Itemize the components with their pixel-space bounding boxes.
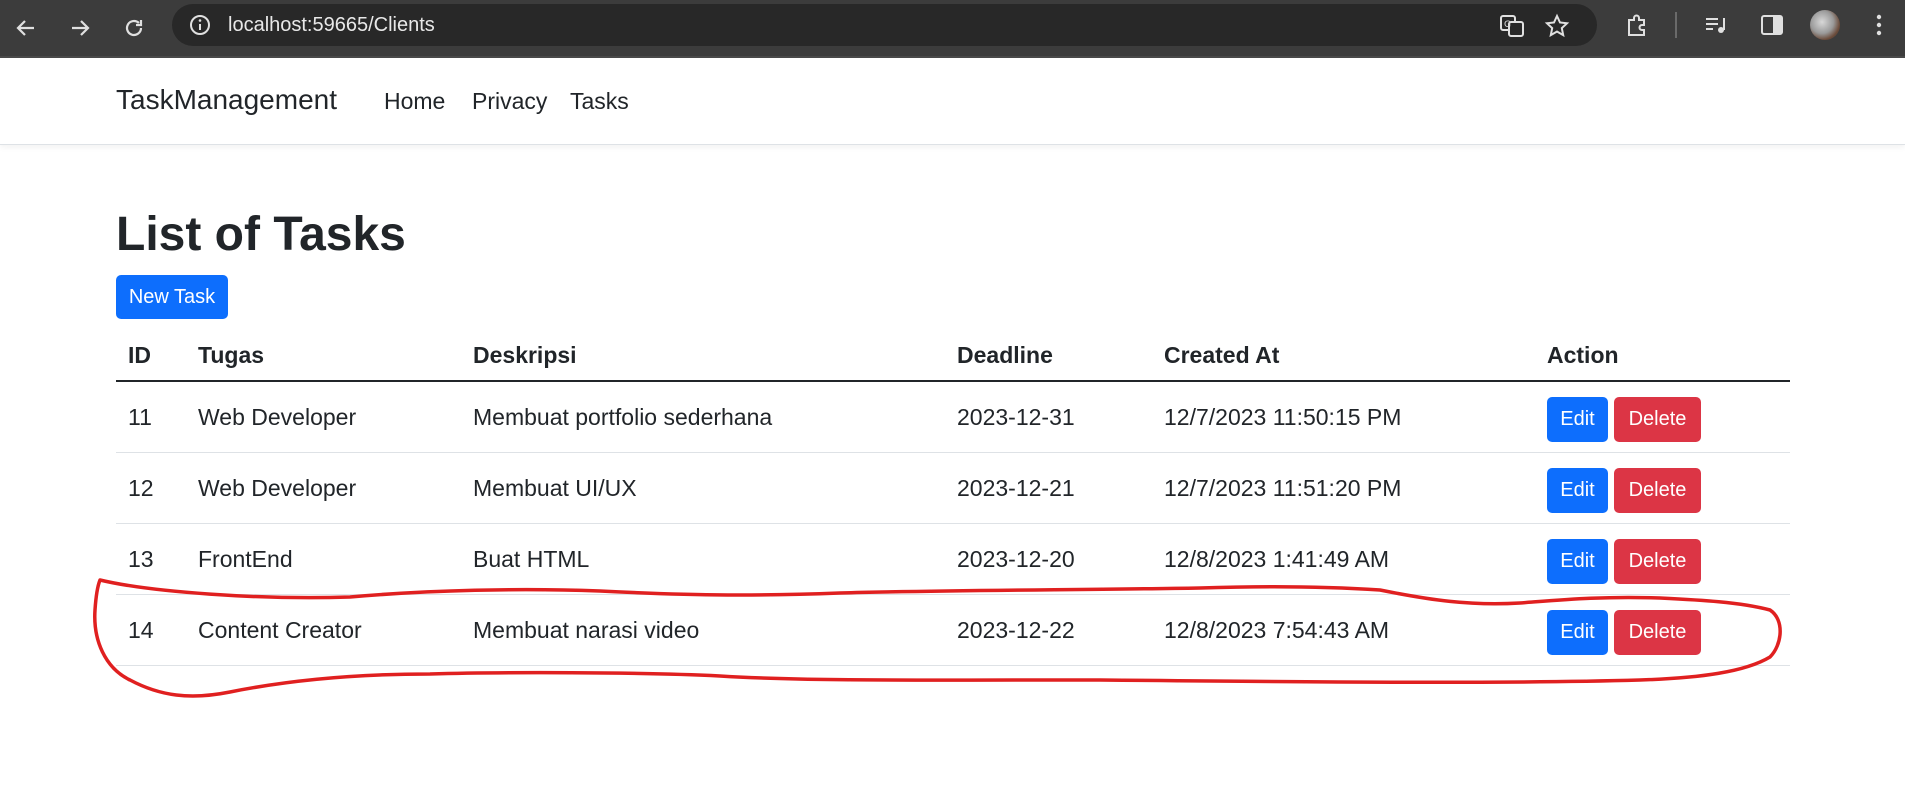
table-row: 11 Web Developer Membuat portfolio seder… [116,381,1790,453]
cell-id: 14 [116,594,186,666]
site-info-icon[interactable] [188,13,212,37]
header-action: Action [1535,330,1790,382]
puzzle-icon [1628,14,1645,36]
edit-button[interactable]: Edit [1547,467,1608,513]
address-bar[interactable]: localhost:59665/Clients G [172,4,1597,46]
kebab-menu-icon [1876,14,1882,36]
arrow-left-icon [16,20,34,36]
extensions-button[interactable] [1622,10,1652,40]
new-task-button[interactable]: New Task [116,275,228,319]
menu-button[interactable] [1864,10,1894,40]
cell-id: 11 [116,381,186,453]
nav-privacy[interactable]: Privacy [472,88,547,115]
translate-icon[interactable]: G [1499,13,1525,39]
header-task: Tugas [186,330,461,382]
cell-description: Membuat narasi video [461,594,945,666]
cell-deadline: 2023-12-31 [945,381,1152,453]
url-path: /Clients [368,14,435,36]
cell-created-at: 12/8/2023 7:54:43 AM [1152,594,1535,666]
cell-task: FrontEnd [186,523,461,595]
cell-task: Web Developer [186,452,461,524]
playlist-icon [1706,18,1725,33]
cell-created-at: 12/7/2023 11:50:15 PM [1152,381,1535,453]
table-row: 12 Web Developer Membuat UI/UX 2023-12-2… [116,452,1790,524]
edit-button[interactable]: Edit [1547,609,1608,655]
side-panel-button[interactable] [1757,10,1787,40]
cell-created-at: 12/7/2023 11:51:20 PM [1152,452,1535,524]
site-navbar: TaskManagement Home Privacy Tasks [0,58,1905,145]
edit-button[interactable]: Edit [1547,538,1608,584]
header-deadline: Deadline [945,330,1152,382]
cell-task: Web Developer [186,381,461,453]
table-row: 13 FrontEnd Buat HTML 2023-12-20 12/8/20… [116,523,1790,595]
header-id: ID [116,330,186,382]
delete-button[interactable]: Delete [1614,467,1701,513]
header-created-at: Created At [1152,330,1535,382]
cell-description: Membuat UI/UX [461,452,945,524]
side-panel-icon [1761,15,1783,35]
cell-action: Edit Delete [1535,452,1790,524]
cell-deadline: 2023-12-20 [945,523,1152,595]
page-title: List of Tasks [116,208,406,261]
table-header-row: ID Tugas Deskripsi Deadline Created At A… [116,330,1790,382]
cell-task: Content Creator [186,594,461,666]
browser-toolbar: localhost:59665/Clients G [0,0,1905,58]
table-row: 14 Content Creator Membuat narasi video … [116,594,1790,666]
cell-deadline: 2023-12-22 [945,594,1152,666]
cell-action: Edit Delete [1535,594,1790,666]
reload-icon [125,19,143,37]
forward-button[interactable] [60,8,100,48]
cell-description: Buat HTML [461,523,945,595]
cell-description: Membuat portfolio sederhana [461,381,945,453]
arrow-right-icon [72,20,90,36]
media-button[interactable] [1701,10,1731,40]
delete-button[interactable]: Delete [1614,538,1701,584]
tasks-table: ID Tugas Deskripsi Deadline Created At A… [116,330,1790,666]
cell-id: 13 [116,523,186,595]
profile-avatar[interactable] [1810,10,1840,40]
brand-link[interactable]: TaskManagement [116,84,337,116]
edit-button[interactable]: Edit [1547,396,1608,442]
nav-home[interactable]: Home [384,88,445,115]
star-icon[interactable] [1544,13,1570,39]
cell-action: Edit Delete [1535,523,1790,595]
cell-action: Edit Delete [1535,381,1790,453]
url-text[interactable]: localhost:59665/Clients [228,14,435,37]
cell-deadline: 2023-12-21 [945,452,1152,524]
cell-id: 12 [116,452,186,524]
toolbar-divider [1675,12,1677,38]
delete-button[interactable]: Delete [1614,396,1701,442]
header-description: Deskripsi [461,330,945,382]
reload-button[interactable] [114,8,154,48]
nav-tasks[interactable]: Tasks [570,88,629,115]
back-button[interactable] [6,8,46,48]
cell-created-at: 12/8/2023 1:41:49 AM [1152,523,1535,595]
url-host: localhost:59665 [228,14,369,36]
svg-text:G: G [1504,20,1511,30]
delete-button[interactable]: Delete [1614,609,1701,655]
